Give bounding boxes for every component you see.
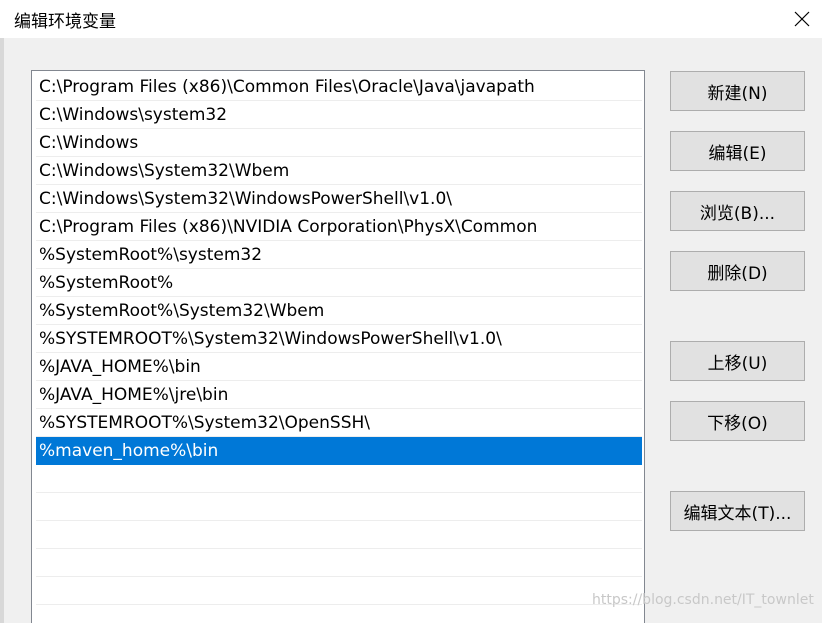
empty-list-row[interactable] — [36, 465, 642, 493]
new-button[interactable]: 新建(N) — [670, 71, 805, 111]
empty-list-row[interactable] — [36, 577, 642, 605]
empty-list-row[interactable] — [36, 549, 642, 577]
edit-text-button[interactable]: 编辑文本(T)... — [670, 491, 805, 531]
empty-list-row[interactable] — [36, 493, 642, 521]
close-button[interactable] — [782, 0, 822, 38]
list-item[interactable]: %SystemRoot%\system32 — [36, 241, 642, 269]
path-list[interactable]: C:\Program Files (x86)\Common Files\Orac… — [31, 70, 645, 623]
close-icon — [794, 11, 810, 27]
edit-button[interactable]: 编辑(E) — [670, 131, 805, 171]
list-item[interactable]: %SYSTEMROOT%\System32\OpenSSH\ — [36, 409, 642, 437]
move-up-button[interactable]: 上移(U) — [670, 341, 805, 381]
list-item[interactable]: C:\Program Files (x86)\NVIDIA Corporatio… — [36, 213, 642, 241]
list-item[interactable]: %JAVA_HOME%\jre\bin — [36, 381, 642, 409]
move-down-button[interactable]: 下移(O) — [670, 401, 805, 441]
list-item[interactable]: %JAVA_HOME%\bin — [36, 353, 642, 381]
dialog-title: 编辑环境变量 — [14, 12, 116, 32]
list-item[interactable]: %SYSTEMROOT%\System32\WindowsPowerShell\… — [36, 325, 642, 353]
empty-list-row[interactable] — [36, 605, 642, 623]
title-bar: 编辑环境变量 — [0, 0, 822, 38]
watermark: https://blog.csdn.net/IT_townlet — [592, 592, 814, 608]
browse-button[interactable]: 浏览(B)... — [670, 191, 805, 231]
background-window-edge — [0, 38, 4, 623]
list-item[interactable]: %SystemRoot% — [36, 269, 642, 297]
list-item[interactable]: C:\Windows\System32\Wbem — [36, 157, 642, 185]
list-item[interactable]: C:\Windows\System32\WindowsPowerShell\v1… — [36, 185, 642, 213]
list-item[interactable]: C:\Program Files (x86)\Common Files\Orac… — [36, 73, 642, 101]
edit-env-var-dialog: 编辑环境变量 C:\Program Files (x86)\Common Fil… — [0, 0, 822, 623]
list-item-selected[interactable]: %maven_home%\bin — [36, 437, 642, 465]
list-item[interactable]: C:\Windows — [36, 129, 642, 157]
list-item[interactable]: %SystemRoot%\System32\Wbem — [36, 297, 642, 325]
delete-button[interactable]: 删除(D) — [670, 251, 805, 291]
list-item[interactable]: C:\Windows\system32 — [36, 101, 642, 129]
empty-list-row[interactable] — [36, 521, 642, 549]
